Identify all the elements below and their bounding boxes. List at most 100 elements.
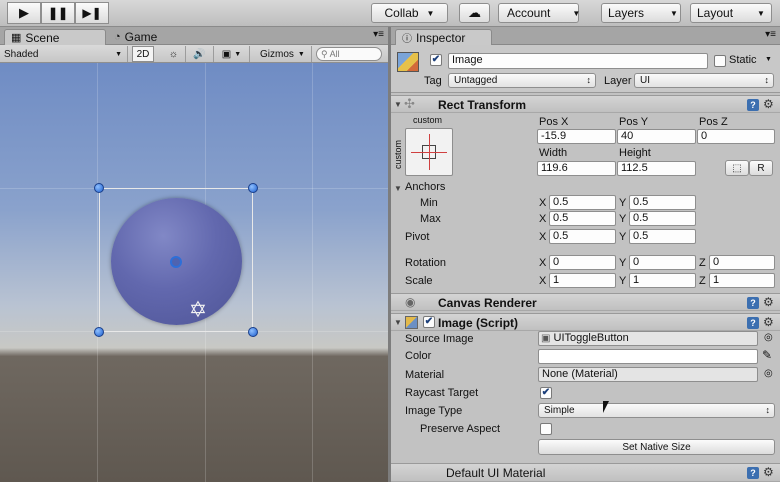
preserve-aspect-checkbox[interactable] (540, 423, 552, 435)
scene-toolbar: Shaded ▼ 2D ☼ 🔊 ▣ ▼ Gizmos ▼ ⚲ All (0, 45, 388, 63)
foldout-arrow-icon[interactable]: ▼ (394, 184, 402, 193)
collab-label: Collab (384, 6, 419, 20)
width-input[interactable]: 119.6 (537, 161, 616, 176)
step-button[interactable]: ▶❚ (75, 2, 109, 24)
raycast-target-checkbox[interactable]: ✔ (540, 387, 552, 399)
height-input[interactable]: 112.5 (617, 161, 696, 176)
cloud-button[interactable]: ☁ (459, 3, 490, 23)
active-checkbox[interactable]: ✔ (430, 54, 442, 66)
account-button[interactable]: Account ▼ (498, 3, 580, 23)
search-icon: ⚲ (321, 49, 328, 59)
scale-y-input[interactable]: 1 (629, 273, 696, 288)
tab-scene-label: Scene (25, 30, 60, 45)
image-type-dropdown[interactable]: Simple (538, 403, 775, 418)
blueprint-mode-button[interactable]: ⬚ (725, 160, 749, 176)
resize-handle-bottom-right[interactable] (248, 327, 258, 337)
help-icon[interactable]: ? (747, 467, 759, 479)
scale-label: Scale (405, 275, 433, 287)
foldout-arrow-icon[interactable]: ▼ (394, 100, 402, 109)
object-name-input[interactable]: Image (448, 53, 708, 69)
height-label: Height (619, 147, 651, 159)
canvas-renderer-header[interactable]: ◉ Canvas Renderer ? ⚙ (391, 293, 780, 311)
rect-transform-icon: ✣ (404, 96, 415, 111)
chevron-down-icon: ▼ (426, 8, 435, 18)
raw-edit-button[interactable]: R (749, 160, 773, 176)
static-checkbox[interactable] (714, 55, 726, 67)
default-material-header[interactable]: Default UI Material ? ⚙ (391, 463, 780, 482)
anchor-icon[interactable]: ✡ (187, 299, 209, 321)
panel-menu-icon[interactable]: ▾≡ (765, 29, 776, 40)
image-enabled-checkbox[interactable]: ✔ (423, 316, 435, 328)
scale-z-input[interactable]: 1 (709, 273, 775, 288)
resize-handle-top-right[interactable] (248, 183, 258, 193)
set-native-size-button[interactable]: Set Native Size (538, 439, 775, 455)
pos-z-input[interactable]: 0 (697, 129, 775, 144)
play-button[interactable]: ▶ (7, 2, 41, 24)
tag-dropdown[interactable]: Untagged (448, 73, 596, 88)
pos-y-label: Pos Y (619, 116, 649, 128)
resize-handle-bottom-left[interactable] (94, 327, 104, 337)
pivot-y-input[interactable]: 0.5 (629, 229, 696, 244)
object-picker-icon[interactable]: ◎ (764, 368, 773, 379)
shading-dropdown[interactable]: Shaded ▼ (0, 46, 128, 62)
tab-game-label: Game (124, 30, 158, 44)
anchor-preset-button[interactable] (405, 128, 453, 176)
gear-icon[interactable]: ⚙ (763, 315, 774, 329)
help-icon[interactable]: ? (747, 99, 759, 111)
rotation-y-axis-label: Y (619, 257, 627, 269)
rotation-z-input[interactable]: 0 (709, 255, 775, 270)
2d-toggle[interactable]: 2D (132, 46, 154, 62)
collab-button[interactable]: Collab ▼ (371, 3, 448, 23)
pivot-x-input[interactable]: 0.5 (549, 229, 616, 244)
color-swatch[interactable] (538, 349, 758, 364)
rect-transform-header[interactable]: ▼ ✣ Rect Transform ? ⚙ (391, 95, 780, 113)
anchor-max-y-input[interactable]: 0.5 (629, 211, 696, 226)
scale-x-input[interactable]: 1 (549, 273, 616, 288)
layout-dropdown[interactable]: Layout ▼ (690, 3, 772, 23)
anchor-min-y-input[interactable]: 0.5 (629, 195, 696, 210)
lighting-toggle[interactable]: ☼ (162, 46, 186, 62)
resize-handle-top-left[interactable] (94, 183, 104, 193)
layers-dropdown[interactable]: Layers ▼ (601, 3, 681, 23)
help-icon[interactable]: ? (747, 297, 759, 309)
play-icon: ▶ (19, 5, 29, 20)
cloud-icon: ☁ (468, 5, 481, 20)
image-script-header[interactable]: ▼ ✔ Image (Script) ? ⚙ (391, 313, 780, 331)
anchor-min-x-input[interactable]: 0.5 (549, 195, 616, 210)
pause-button[interactable]: ❚❚ (41, 2, 75, 24)
gear-icon[interactable]: ⚙ (763, 97, 774, 111)
help-icon[interactable]: ? (747, 317, 759, 329)
tab-scene[interactable]: ▦ Scene (4, 29, 106, 45)
grid-line (312, 63, 313, 482)
gear-icon[interactable]: ⚙ (763, 465, 774, 479)
foldout-arrow-icon[interactable]: ▼ (394, 318, 402, 327)
scene-search-input[interactable]: ⚲ All (316, 47, 382, 61)
tab-game[interactable]: ◔ Game (108, 29, 165, 45)
default-material-title: Default UI Material (446, 466, 546, 480)
rotation-x-input[interactable]: 0 (549, 255, 616, 270)
tag-label: Tag (424, 75, 442, 87)
anchors-label: Anchors (405, 181, 446, 193)
layer-dropdown[interactable]: UI (634, 73, 774, 88)
effects-dropdown[interactable]: ▣ ▼ (214, 46, 250, 62)
chevron-down-icon[interactable]: ▼ (765, 56, 772, 63)
anchor-max-x-input[interactable]: 0.5 (549, 211, 616, 226)
panel-menu-icon[interactable]: ▾≡ (373, 29, 384, 40)
rotation-x-axis-label: X (539, 257, 547, 269)
chevron-down-icon: ▼ (757, 8, 765, 18)
object-picker-icon[interactable]: ◎ (764, 332, 773, 343)
gizmos-label: Gizmos (260, 48, 294, 60)
eyedropper-icon[interactable]: ✎ (762, 348, 772, 362)
scene-viewport[interactable]: ✡ (0, 63, 388, 482)
audio-toggle[interactable]: 🔊 (186, 46, 214, 62)
pos-x-input[interactable]: -15.9 (537, 129, 616, 144)
layer-value: UI (640, 75, 650, 86)
tab-inspector[interactable]: ⓘ Inspector (395, 29, 492, 45)
pos-y-input[interactable]: 40 (617, 129, 696, 144)
gizmos-dropdown[interactable]: Gizmos ▼ (256, 46, 312, 62)
source-image-field[interactable]: ▣ UIToggleButton (538, 331, 758, 346)
rotation-y-input[interactable]: 0 (629, 255, 696, 270)
gear-icon[interactable]: ⚙ (763, 295, 774, 309)
material-field[interactable]: None (Material) (538, 367, 758, 382)
pivot-handle[interactable] (170, 256, 182, 268)
